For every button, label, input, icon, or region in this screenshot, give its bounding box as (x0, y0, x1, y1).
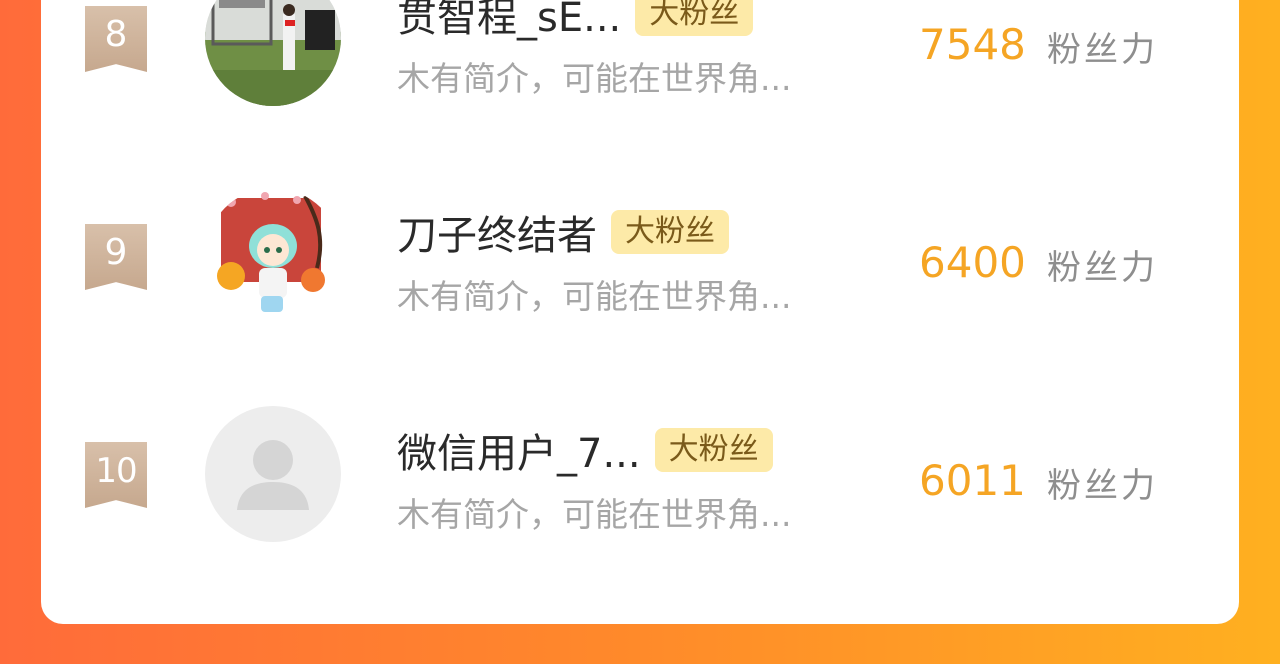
user-bio: 木有简介，可能在世界角... (397, 495, 792, 534)
user-name-line: 刀子终结者 大粉丝 (397, 202, 729, 262)
list-item[interactable]: 9 刀子终结者 大粉丝 木有简介，可能在世界角... 6400 粉丝力 (41, 188, 1239, 368)
avatar-photo (205, 0, 341, 106)
user-name[interactable]: 微信用户_7... (397, 421, 641, 479)
user-name-line: 微信用户_7... 大粉丝 (397, 420, 773, 480)
user-name[interactable]: 贯智程_sE... (397, 0, 621, 43)
fan-power-score: 6400 (919, 238, 1026, 287)
fan-power-label: 粉丝力 (1047, 466, 1158, 506)
user-name-line: 贯智程_sE... 大粉丝 (397, 0, 754, 44)
fan-power-label: 粉丝力 (1047, 30, 1158, 70)
avatar[interactable] (205, 406, 341, 542)
list-item[interactable]: 8 贯智程_sE... 大粉丝 木有简介，可能在世界角... 7548 粉丝力 (41, 0, 1239, 150)
rank-badge: 9 (85, 224, 147, 290)
user-name[interactable]: 刀子终结者 (397, 203, 597, 261)
fan-power-score: 6011 (919, 456, 1026, 505)
user-bio: 木有简介，可能在世界角... (397, 277, 792, 316)
fan-power-score: 7548 (919, 20, 1026, 69)
avatar-illustration (205, 188, 341, 324)
avatar[interactable] (205, 0, 341, 106)
fan-level-badge: 大粉丝 (654, 428, 773, 472)
avatar[interactable] (205, 188, 341, 324)
fan-power-label: 粉丝力 (1047, 248, 1158, 288)
fan-level-badge: 大粉丝 (635, 0, 754, 36)
rank-badge: 8 (85, 6, 147, 72)
default-user-icon (237, 440, 309, 510)
user-bio: 木有简介，可能在世界角... (397, 59, 792, 98)
list-item[interactable]: 10 微信用户_7... 大粉丝 木有简介，可能在世界角... 6011 粉丝力 (41, 406, 1239, 586)
fan-level-badge: 大粉丝 (611, 210, 729, 254)
rank-badge: 10 (85, 442, 147, 508)
fan-ranking-card: 8 贯智程_sE... 大粉丝 木有简介，可能在世界角... 7548 粉丝力 (41, 0, 1239, 624)
